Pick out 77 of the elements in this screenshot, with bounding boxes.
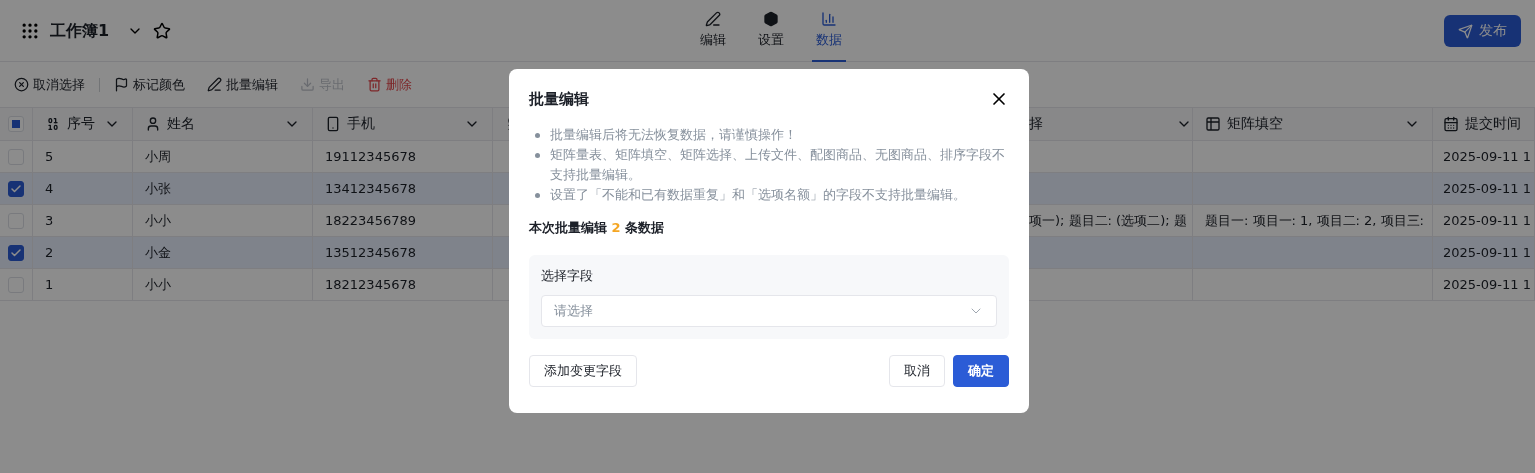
field-label: 选择字段 <box>541 267 594 285</box>
cancel-icon <box>14 77 29 92</box>
note-text: 矩阵量表、矩阵填空、矩阵选择、上传文件、配图商品、无图商品、排序字段不支持批量编辑。 <box>550 146 1006 184</box>
cell-text: 小小 <box>145 275 171 294</box>
toolbar-button[interactable]: 批量编辑 <box>207 75 278 94</box>
bullet-icon <box>535 193 540 198</box>
cell-text: 5 <box>45 149 54 164</box>
column-header[interactable]: 择 <box>1029 107 1193 141</box>
cell-text: 小周 <box>145 147 171 166</box>
cell-text: 2025-09-11 1 <box>1443 245 1531 260</box>
cell-text: 18223456789 <box>325 213 416 228</box>
nav-tab[interactable]: 编辑 <box>695 0 730 62</box>
column-header[interactable]: 序号 <box>33 107 133 141</box>
hexagon-icon <box>762 11 779 27</box>
column-header[interactable]: 矩阵填空 <box>1193 107 1433 141</box>
cell-text: 4 <box>45 181 54 196</box>
cell-text: 2025-09-11 1 <box>1443 181 1531 196</box>
cell-text: 19112345678 <box>325 149 416 164</box>
cell-text: 题目一: 项目一: 1, 项目二: 2, 项目三: <box>1205 211 1424 230</box>
cell-text: 13412345678 <box>325 181 416 196</box>
cell-text: 2025-09-11 1 <box>1443 149 1531 164</box>
flag-icon <box>114 77 129 92</box>
bullet-icon <box>535 153 540 158</box>
cell-text: 小小 <box>145 211 171 230</box>
cell-text: 小金 <box>145 243 171 262</box>
cell-text: 项一); 题目二: (选项二); 题 <box>1029 211 1187 230</box>
column-title: 择 <box>1029 115 1043 133</box>
column-title: 矩阵填空 <box>1227 115 1283 133</box>
cell-text: 2 <box>45 245 54 260</box>
send-icon <box>1458 23 1473 39</box>
confirm-button[interactable]: 确定 <box>953 355 1009 387</box>
pen-icon <box>704 11 721 27</box>
cancel-button[interactable]: 取消 <box>889 355 945 387</box>
column-title: 提交时间 <box>1465 115 1521 133</box>
table-icon <box>1205 116 1221 132</box>
toolbar-button[interactable]: 取消选择 <box>14 75 85 94</box>
bar-chart-icon <box>820 11 837 27</box>
dialog-title: 批量编辑 <box>529 89 589 109</box>
column-header[interactable]: 提交时间 <box>1433 107 1535 141</box>
column-header[interactable]: 手机 <box>313 107 493 141</box>
cell-text: 13512345678 <box>325 245 416 260</box>
column-title: 姓名 <box>167 115 195 133</box>
row-checkbox[interactable] <box>8 180 24 197</box>
apps-icon[interactable] <box>20 21 40 41</box>
cell-text: 18212345678 <box>325 277 416 292</box>
toolbar-button[interactable]: 标记颜色 <box>114 75 185 94</box>
cell-text: 小张 <box>145 179 171 198</box>
nav-tab[interactable]: 数据 <box>811 0 846 62</box>
star-icon[interactable] <box>153 22 172 40</box>
person-icon <box>145 116 161 132</box>
cell-text: 2025-09-11 1 <box>1443 213 1531 228</box>
toolbar-button[interactable]: 删除 <box>367 75 412 94</box>
cell-text: 2025-09-11 1 <box>1443 277 1531 292</box>
row-checkbox[interactable] <box>8 244 24 261</box>
phone-icon <box>325 116 341 132</box>
summary-text: 本次批量编辑 2 条数据 <box>529 219 666 237</box>
pen-icon <box>207 77 222 92</box>
column-title: 序号 <box>67 115 95 133</box>
trash-icon <box>367 77 382 92</box>
publish-button[interactable]: 发布 <box>1444 15 1521 47</box>
column-header[interactable]: 姓名 <box>133 107 313 141</box>
workbook-title: 工作簿1 <box>50 20 110 42</box>
check-icon <box>10 182 22 195</box>
note-text: 批量编辑后将无法恢复数据，请谨慎操作！ <box>550 126 797 144</box>
number-icon <box>45 116 61 132</box>
check-icon <box>10 246 22 259</box>
add-field-button[interactable]: 添加变更字段 <box>529 355 637 387</box>
column-title: 手机 <box>347 115 375 133</box>
calendar-icon <box>1443 116 1459 132</box>
select-all-checkbox[interactable] <box>8 116 24 132</box>
nav-tab[interactable]: 设置 <box>753 0 788 62</box>
note-text: 设置了「不能和已有数据重复」和「选项名额」的字段不支持批量编辑。 <box>550 186 966 204</box>
cell-text: 3 <box>45 213 54 228</box>
select-field[interactable]: 请选择 <box>541 295 997 327</box>
bullet-icon <box>535 133 540 138</box>
download-icon <box>300 77 315 92</box>
cell-text: 1 <box>45 277 54 292</box>
